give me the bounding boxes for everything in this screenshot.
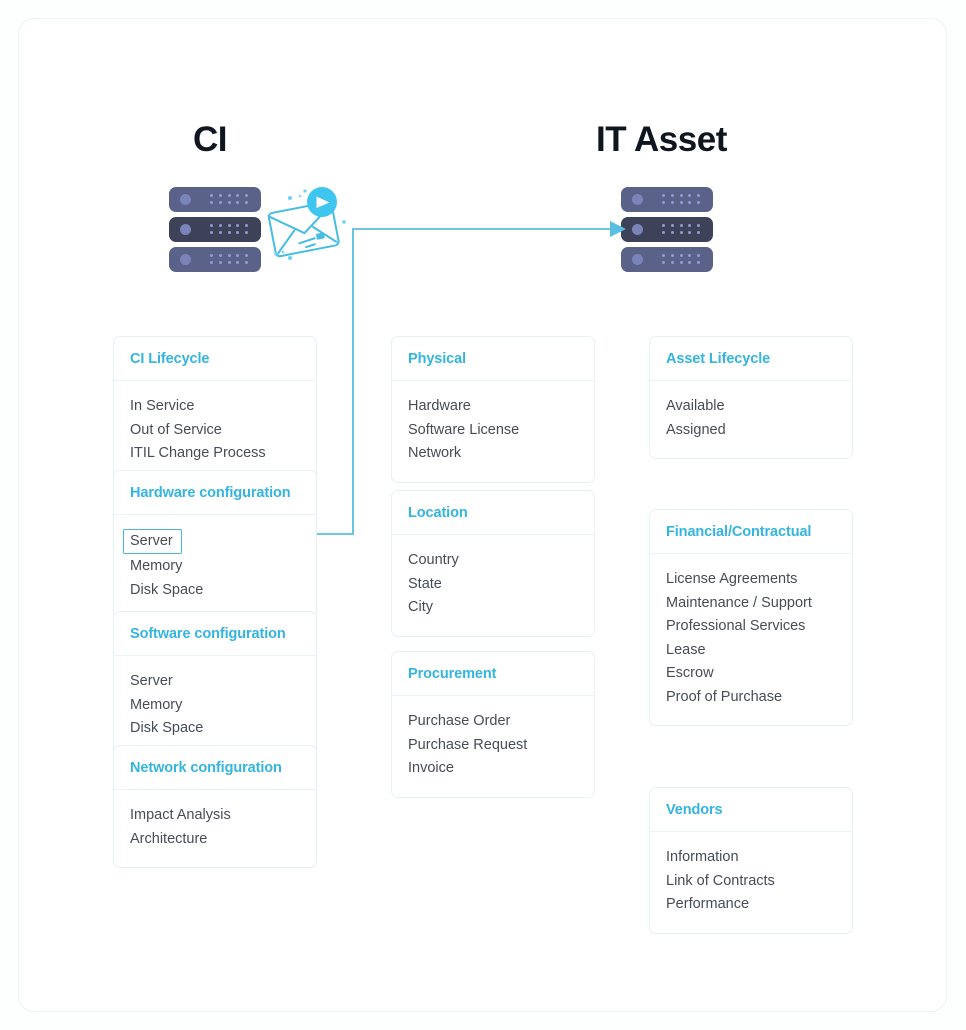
list-item[interactable]: Hardware: [408, 395, 578, 419]
server-stack-icon-it-asset: [621, 187, 713, 273]
server-dot-grid-icon: [210, 254, 252, 265]
card-body: Server Memory Disk Space: [114, 656, 316, 757]
card-procurement[interactable]: Procurement Purchase Order Purchase Requ…: [391, 651, 595, 798]
server-bar-top: [169, 187, 261, 212]
list-item[interactable]: Lease: [666, 639, 836, 663]
list-item[interactable]: License Agreements: [666, 568, 836, 592]
server-led-icon: [180, 194, 191, 205]
card-body: Impact Analysis Architecture: [114, 790, 316, 867]
server-bar-bottom: [621, 247, 713, 272]
card-asset-lifecycle[interactable]: Asset Lifecycle Available Assigned: [649, 336, 853, 459]
card-header: Software configuration: [114, 612, 316, 656]
card-body: Information Link of Contracts Performanc…: [650, 832, 852, 933]
card-software-configuration[interactable]: Software configuration Server Memory Dis…: [113, 611, 317, 758]
card-vendors[interactable]: Vendors Information Link of Contracts Pe…: [649, 787, 853, 934]
card-financial-contractual[interactable]: Financial/Contractual License Agreements…: [649, 509, 853, 726]
server-stack-icon-ci: [169, 187, 261, 273]
card-header: Hardware configuration: [114, 471, 316, 515]
list-item[interactable]: Disk Space: [130, 579, 300, 603]
list-item[interactable]: ITIL Change Process: [130, 442, 300, 466]
list-item[interactable]: Memory: [130, 555, 300, 579]
list-item[interactable]: State: [408, 573, 578, 597]
list-item[interactable]: Impact Analysis: [130, 804, 300, 828]
list-item[interactable]: Server: [130, 670, 300, 694]
list-item[interactable]: Performance: [666, 893, 836, 917]
card-network-configuration[interactable]: Network configuration Impact Analysis Ar…: [113, 745, 317, 868]
list-item[interactable]: City: [408, 596, 578, 620]
card-body: License Agreements Maintenance / Support…: [650, 554, 852, 725]
list-item[interactable]: Purchase Order: [408, 710, 578, 734]
server-led-icon: [632, 194, 643, 205]
server-dot-grid-icon: [210, 224, 252, 235]
list-item[interactable]: Memory: [130, 694, 300, 718]
card-header: Vendors: [650, 788, 852, 832]
list-item[interactable]: Architecture: [130, 828, 300, 852]
card-location[interactable]: Location Country State City: [391, 490, 595, 637]
server-bar-top: [621, 187, 713, 212]
server-led-icon: [632, 254, 643, 265]
server-dot-grid-icon: [210, 194, 252, 205]
page-title-it-asset: IT Asset: [596, 120, 727, 159]
card-hardware-configuration[interactable]: Hardware configuration Server Memory Dis…: [113, 470, 317, 619]
card-body: Available Assigned: [650, 381, 852, 458]
page-title-ci: CI: [193, 120, 228, 159]
card-body: Hardware Software License Network: [392, 381, 594, 482]
list-item[interactable]: In Service: [130, 395, 300, 419]
card-header: Procurement: [392, 652, 594, 696]
card-body: Purchase Order Purchase Request Invoice: [392, 696, 594, 797]
card-header: Physical: [392, 337, 594, 381]
list-item[interactable]: Professional Services: [666, 615, 836, 639]
card-ci-lifecycle[interactable]: CI Lifecycle In Service Out of Service I…: [113, 336, 317, 483]
server-led-icon: [180, 254, 191, 265]
list-item[interactable]: Network: [408, 442, 578, 466]
list-item[interactable]: Out of Service: [130, 419, 300, 443]
list-item-server-highlighted[interactable]: Server: [123, 529, 182, 554]
card-header: CI Lifecycle: [114, 337, 316, 381]
card-header: Financial/Contractual: [650, 510, 852, 554]
list-item[interactable]: Country: [408, 549, 578, 573]
card-header: Asset Lifecycle: [650, 337, 852, 381]
list-item[interactable]: Escrow: [666, 662, 836, 686]
card-body: In Service Out of Service ITIL Change Pr…: [114, 381, 316, 482]
list-item[interactable]: Purchase Request: [408, 734, 578, 758]
list-item[interactable]: Proof of Purchase: [666, 686, 836, 710]
server-dot-grid-icon: [662, 224, 704, 235]
diagram-canvas: CI IT Asset CI Lifecycle In Service Out …: [0, 0, 966, 1030]
server-dot-grid-icon: [662, 194, 704, 205]
list-item[interactable]: Assigned: [666, 419, 836, 443]
list-item[interactable]: Available: [666, 395, 836, 419]
card-physical[interactable]: Physical Hardware Software License Netwo…: [391, 336, 595, 483]
server-bar-middle: [169, 217, 261, 242]
server-led-icon: [180, 224, 191, 235]
list-item[interactable]: Information: [666, 846, 836, 870]
list-item[interactable]: Maintenance / Support: [666, 592, 836, 616]
card-body: Country State City: [392, 535, 594, 636]
card-header: Location: [392, 491, 594, 535]
list-item[interactable]: Invoice: [408, 757, 578, 781]
envelope-send-icon: [264, 178, 356, 270]
server-dot-grid-icon: [662, 254, 704, 265]
server-bar-middle: [621, 217, 713, 242]
card-body: Server Memory Disk Space: [114, 515, 316, 618]
card-header: Network configuration: [114, 746, 316, 790]
list-item[interactable]: Disk Space: [130, 717, 300, 741]
list-item[interactable]: Link of Contracts: [666, 870, 836, 894]
server-led-icon: [632, 224, 643, 235]
server-bar-bottom: [169, 247, 261, 272]
list-item[interactable]: Software License: [408, 419, 578, 443]
